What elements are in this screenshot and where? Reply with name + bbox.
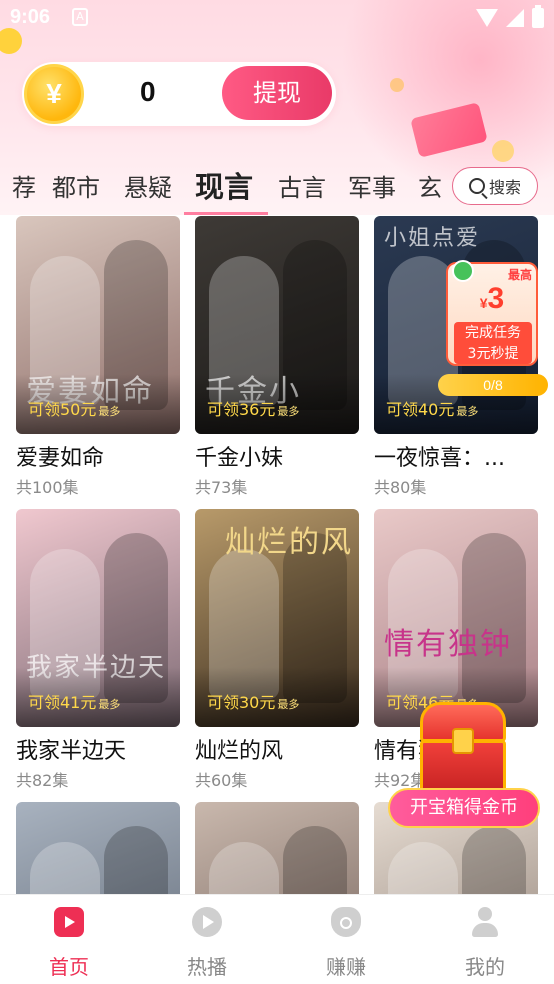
poster-figure <box>209 842 279 894</box>
reward-amount: 可领50元 <box>28 400 97 419</box>
task-currency: ¥ <box>479 295 488 311</box>
bottom-nav: 首页 热播 赚赚 我的 <box>0 894 554 984</box>
coin-wallet: ¥ 0 提现 <box>22 62 336 126</box>
drama-card[interactable]: 我家半边天 可领41元最多 我家半边天 共82集 <box>16 509 180 791</box>
search-button[interactable]: 搜索 <box>452 167 538 205</box>
nav-home[interactable]: 首页 <box>0 895 138 984</box>
status-time: 9:06 <box>10 6 51 28</box>
reward-label: 可领50元 最多 <box>28 396 120 420</box>
drama-card[interactable]: 千金小 可领36元最多 千金小妹 共73集 <box>195 216 359 498</box>
reward-amount: 可领41元 <box>28 693 97 712</box>
withdraw-button[interactable]: 提现 <box>222 66 332 120</box>
poster-figure <box>283 826 347 894</box>
reward-amount: 可领36元 <box>207 400 276 419</box>
poster-title-art: 情有独钟 <box>384 627 512 662</box>
nav-earn[interactable]: 赚赚 <box>277 895 415 984</box>
reward-max-tag: 最多 <box>98 405 121 418</box>
yuan-coin-icon: ¥ <box>24 64 84 124</box>
coin-decoration <box>492 140 514 162</box>
tab-urban[interactable]: 都市 <box>52 168 100 203</box>
tab-fantasy[interactable]: 玄 <box>418 168 442 203</box>
drama-title[interactable]: 爱妻如命 <box>16 440 180 472</box>
task-text: 3元秒提 <box>454 344 532 364</box>
drama-poster[interactable]: 爱妻如命 可领50元最多 <box>16 216 180 434</box>
drama-poster[interactable] <box>16 802 180 894</box>
episode-count: 共100集 <box>16 478 79 497</box>
poster-figure <box>104 826 168 894</box>
task-card[interactable]: 最高 ¥3 完成任务 3元秒提 <box>446 260 538 366</box>
task-progress: 0/8 <box>438 374 548 396</box>
drama-poster[interactable]: 情有独钟 可领46元最多 <box>374 509 538 727</box>
tab-modern-romance[interactable]: 现言 <box>195 164 253 206</box>
nav-label: 赚赚 <box>326 955 366 979</box>
drama-title[interactable]: 我家半边天 <box>16 733 180 765</box>
drama-title[interactable]: 千金小妹 <box>195 440 359 472</box>
drama-poster[interactable]: 千金小 可领36元最多 <box>195 216 359 434</box>
drama-card[interactable] <box>16 802 180 894</box>
poster-figure <box>462 826 526 894</box>
reward-label: 可领41元 最多 <box>28 689 120 713</box>
episode-count: 共80集 <box>374 478 427 497</box>
drama-poster[interactable] <box>195 802 359 894</box>
reward-max-tag: 最多 <box>456 405 479 418</box>
poster-title-art: 灿烂的风 <box>225 525 353 560</box>
tab-ancient-romance[interactable]: 古言 <box>278 168 326 203</box>
episode-count: 共82集 <box>16 771 69 790</box>
home-play-icon <box>54 907 84 937</box>
episode-count: 共60集 <box>195 771 248 790</box>
drama-title[interactable]: 一夜惊喜：... <box>374 440 538 472</box>
drama-poster[interactable]: 灿烂的风 可领30元 最多 <box>195 509 359 727</box>
nav-label: 热播 <box>187 955 227 979</box>
drama-card[interactable]: 灿烂的风 可领30元 最多 灿烂的风 共60集 <box>195 509 359 791</box>
nav-profile[interactable]: 我的 <box>416 895 554 984</box>
status-bar: 9:06 A <box>0 0 554 36</box>
open-chest-button[interactable]: 开宝箱得金币 <box>388 788 540 828</box>
task-amount-value: 3 <box>487 282 505 315</box>
reward-max-tag: 最多 <box>277 405 300 418</box>
nav-trending[interactable]: 热播 <box>138 895 276 984</box>
search-label: 搜索 <box>488 178 521 197</box>
signal-icon <box>506 9 524 27</box>
nav-label: 首页 <box>49 955 89 979</box>
wifi-icon <box>476 9 498 27</box>
reward-amount: 可领40元 <box>386 400 455 419</box>
treasure-chest[interactable] <box>414 702 512 794</box>
chest-lock-icon <box>452 728 474 754</box>
tab-suspense[interactable]: 悬疑 <box>124 168 172 203</box>
poster-title-art: 小姐点爱 <box>384 226 481 251</box>
person-icon <box>470 907 500 937</box>
reward-label: 可领36元 最多 <box>207 396 299 420</box>
nav-label: 我的 <box>465 955 505 979</box>
task-max-tag: 最高 <box>507 268 532 282</box>
poster-figure <box>388 842 458 894</box>
episode-count: 共73集 <box>195 478 248 497</box>
reward-amount: 可领30元 <box>207 693 276 712</box>
coin-balance: 0 <box>140 76 156 107</box>
reward-max-tag: 最多 <box>277 698 300 711</box>
reward-max-tag: 最多 <box>98 698 121 711</box>
drama-card[interactable]: 爱妻如命 可领50元最多 爱妻如命 共100集 <box>16 216 180 498</box>
coin-decoration <box>390 78 404 92</box>
status-icons <box>476 5 544 28</box>
reward-label: 可领40元 最多 <box>386 396 478 420</box>
battery-icon <box>532 5 544 28</box>
drama-card[interactable] <box>195 802 359 894</box>
drama-title[interactable]: 灿烂的风 <box>195 733 359 765</box>
category-tabs: 荐 都市 悬疑 现言 古言 军事 玄 搜索 <box>0 160 554 216</box>
notification-icon: A <box>72 8 88 26</box>
task-reward-widget[interactable]: 最高 ¥3 完成任务 3元秒提 0/8 <box>438 260 548 398</box>
tab-recommend[interactable]: 荐 <box>12 168 36 203</box>
play-circle-icon <box>192 907 222 937</box>
task-amount: ¥3 <box>448 282 536 316</box>
poster-figure <box>30 842 100 894</box>
search-icon <box>468 178 485 194</box>
clock-icon <box>452 260 474 282</box>
money-bag-icon <box>331 907 361 937</box>
tab-military[interactable]: 军事 <box>348 168 396 203</box>
reward-label: 可领30元 最多 <box>207 689 299 713</box>
task-text: 完成任务 <box>454 322 532 344</box>
active-tab-indicator <box>184 212 268 215</box>
drama-poster[interactable]: 我家半边天 可领41元最多 <box>16 509 180 727</box>
